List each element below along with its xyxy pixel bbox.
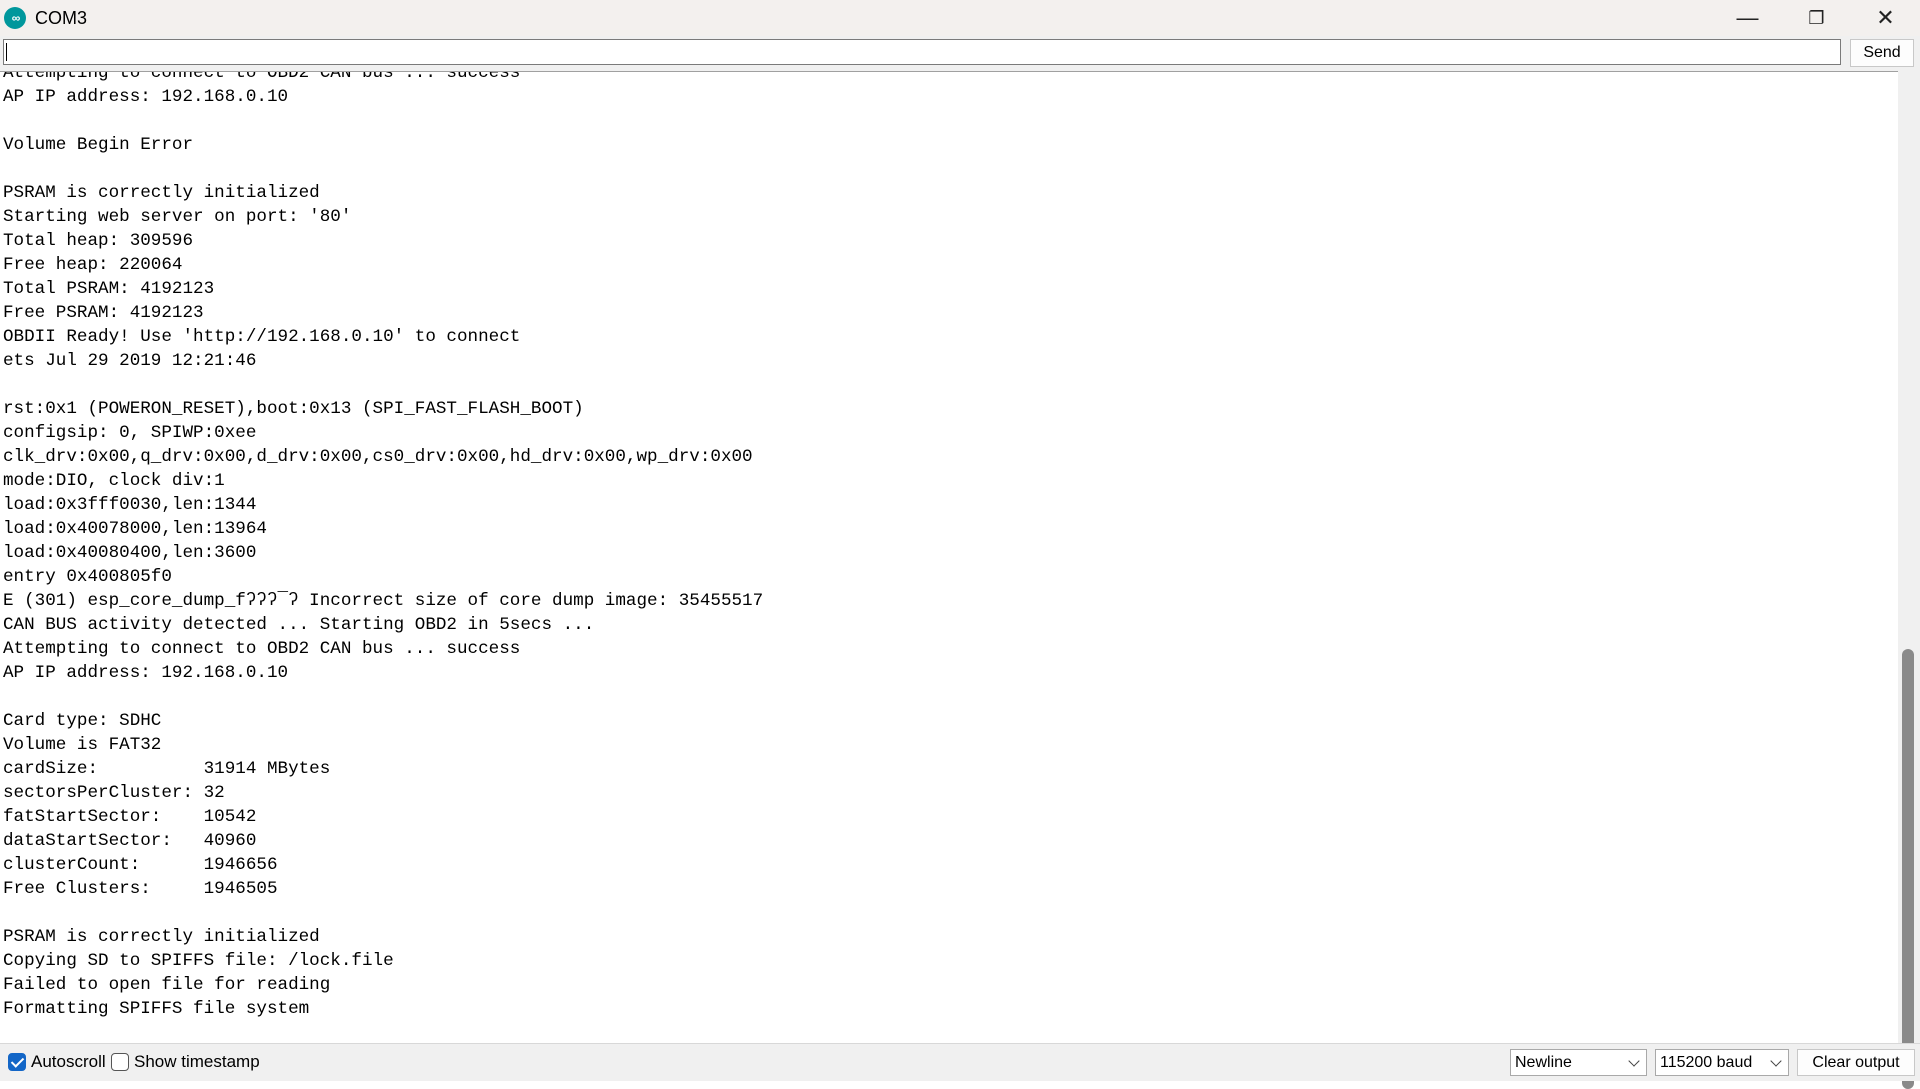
close-icon: ✕ <box>1876 5 1895 30</box>
output-line: AP IP address: 192.168.0.10 <box>3 87 289 107</box>
restore-icon: ❐ <box>1808 7 1825 28</box>
output-line: Free Clusters: 1946505 <box>3 879 278 899</box>
output-line: cardSize: 31914 MBytes <box>3 759 331 779</box>
chevron-down-icon <box>1628 1055 1640 1067</box>
title-bar: ∞ COM3 — ❐ ✕ <box>0 0 1920 36</box>
output-scrollbar[interactable] <box>1898 71 1920 1089</box>
output-line: Copying SD to SPIFFS file: /lock.file <box>3 951 394 971</box>
output-line: Free PSRAM: 4192123 <box>3 303 204 323</box>
output-line: rst:0x1 (POWERON_RESET),boot:0x13 (SPI_F… <box>3 399 584 419</box>
text-caret <box>6 43 7 61</box>
output-line: load:0x40078000,len:13964 <box>3 519 267 539</box>
line-ending-value: Newline <box>1515 1053 1572 1071</box>
output-line: load:0x3fff0030,len:1344 <box>3 495 257 515</box>
serial-output-area[interactable]: Attempting to connect to OBD2 CAN bus ..… <box>0 71 1898 1044</box>
baud-rate-value: 115200 baud <box>1660 1053 1753 1071</box>
clear-output-button[interactable]: Clear output <box>1797 1049 1915 1076</box>
arduino-logo-icon: ∞ <box>4 7 26 29</box>
output-line: entry 0x400805f0 <box>3 567 172 587</box>
output-line: OBDII Ready! Use 'http://192.168.0.10' t… <box>3 327 521 347</box>
serial-send-input[interactable] <box>3 39 1841 65</box>
window-title: COM3 <box>35 7 88 28</box>
chevron-down-icon <box>1770 1055 1782 1067</box>
output-line: Volume Begin Error <box>3 135 194 155</box>
show-timestamp-checkbox[interactable] <box>111 1053 129 1071</box>
output-line: fatStartSector: 10542 <box>3 807 257 827</box>
output-line: E (301) esp_core_dump_fʔʔʔ¯ʔ Incorrect s… <box>3 591 764 611</box>
line-ending-select[interactable]: Newline <box>1510 1049 1647 1076</box>
output-line: Starting web server on port: '80' <box>3 207 352 227</box>
close-button[interactable]: ✕ <box>1851 0 1920 36</box>
serial-output-text: Attempting to connect to OBD2 CAN bus ..… <box>0 71 764 1021</box>
output-line: AP IP address: 192.168.0.10 <box>3 663 289 683</box>
output-line: clusterCount: 1946656 <box>3 855 278 875</box>
minimize-button[interactable]: — <box>1713 0 1782 36</box>
show-timestamp-label: Show timestamp <box>134 1052 260 1071</box>
send-bar: Send <box>0 36 1920 72</box>
output-line: mode:DIO, clock div:1 <box>3 471 225 491</box>
output-line: Free heap: 220064 <box>3 255 183 275</box>
autoscroll-toggle[interactable]: Autoscroll <box>8 1052 106 1072</box>
send-button[interactable]: Send <box>1850 39 1914 67</box>
output-line: load:0x40080400,len:3600 <box>3 543 257 563</box>
output-line: dataStartSector: 40960 <box>3 831 257 851</box>
output-line: sectorsPerCluster: 32 <box>3 783 225 803</box>
output-line: Attempting to connect to OBD2 CAN bus ..… <box>3 71 521 83</box>
maximize-button[interactable]: ❐ <box>1782 0 1851 36</box>
baud-rate-select[interactable]: 115200 baud <box>1655 1049 1789 1076</box>
autoscroll-checkbox[interactable] <box>8 1053 26 1071</box>
scrollbar-thumb[interactable] <box>1902 649 1914 1089</box>
output-line: Failed to open file for reading <box>3 975 331 995</box>
output-line: Total heap: 309596 <box>3 231 194 251</box>
check-icon <box>10 1053 24 1068</box>
bottom-toolbar: Autoscroll Show timestamp Newline 115200… <box>0 1043 1920 1081</box>
output-line: Card type: SDHC <box>3 711 162 731</box>
minimize-icon: — <box>1736 5 1759 30</box>
output-line: Formatting SPIFFS file system <box>3 999 310 1019</box>
output-line: PSRAM is correctly initialized <box>3 183 320 203</box>
output-line: clk_drv:0x00,q_drv:0x00,d_drv:0x00,cs0_d… <box>3 447 753 467</box>
output-line: PSRAM is correctly initialized <box>3 927 320 947</box>
output-line: Total PSRAM: 4192123 <box>3 279 215 299</box>
output-line: Attempting to connect to OBD2 CAN bus ..… <box>3 639 521 659</box>
output-line: Volume is FAT32 <box>3 735 162 755</box>
autoscroll-label: Autoscroll <box>31 1052 106 1071</box>
window-controls: — ❐ ✕ <box>1713 0 1920 36</box>
output-line: ets Jul 29 2019 12:21:46 <box>3 351 257 371</box>
output-line: configsip: 0, SPIWP:0xee <box>3 423 257 443</box>
show-timestamp-toggle[interactable]: Show timestamp <box>111 1052 260 1072</box>
output-line: CAN BUS activity detected ... Starting O… <box>3 615 595 635</box>
